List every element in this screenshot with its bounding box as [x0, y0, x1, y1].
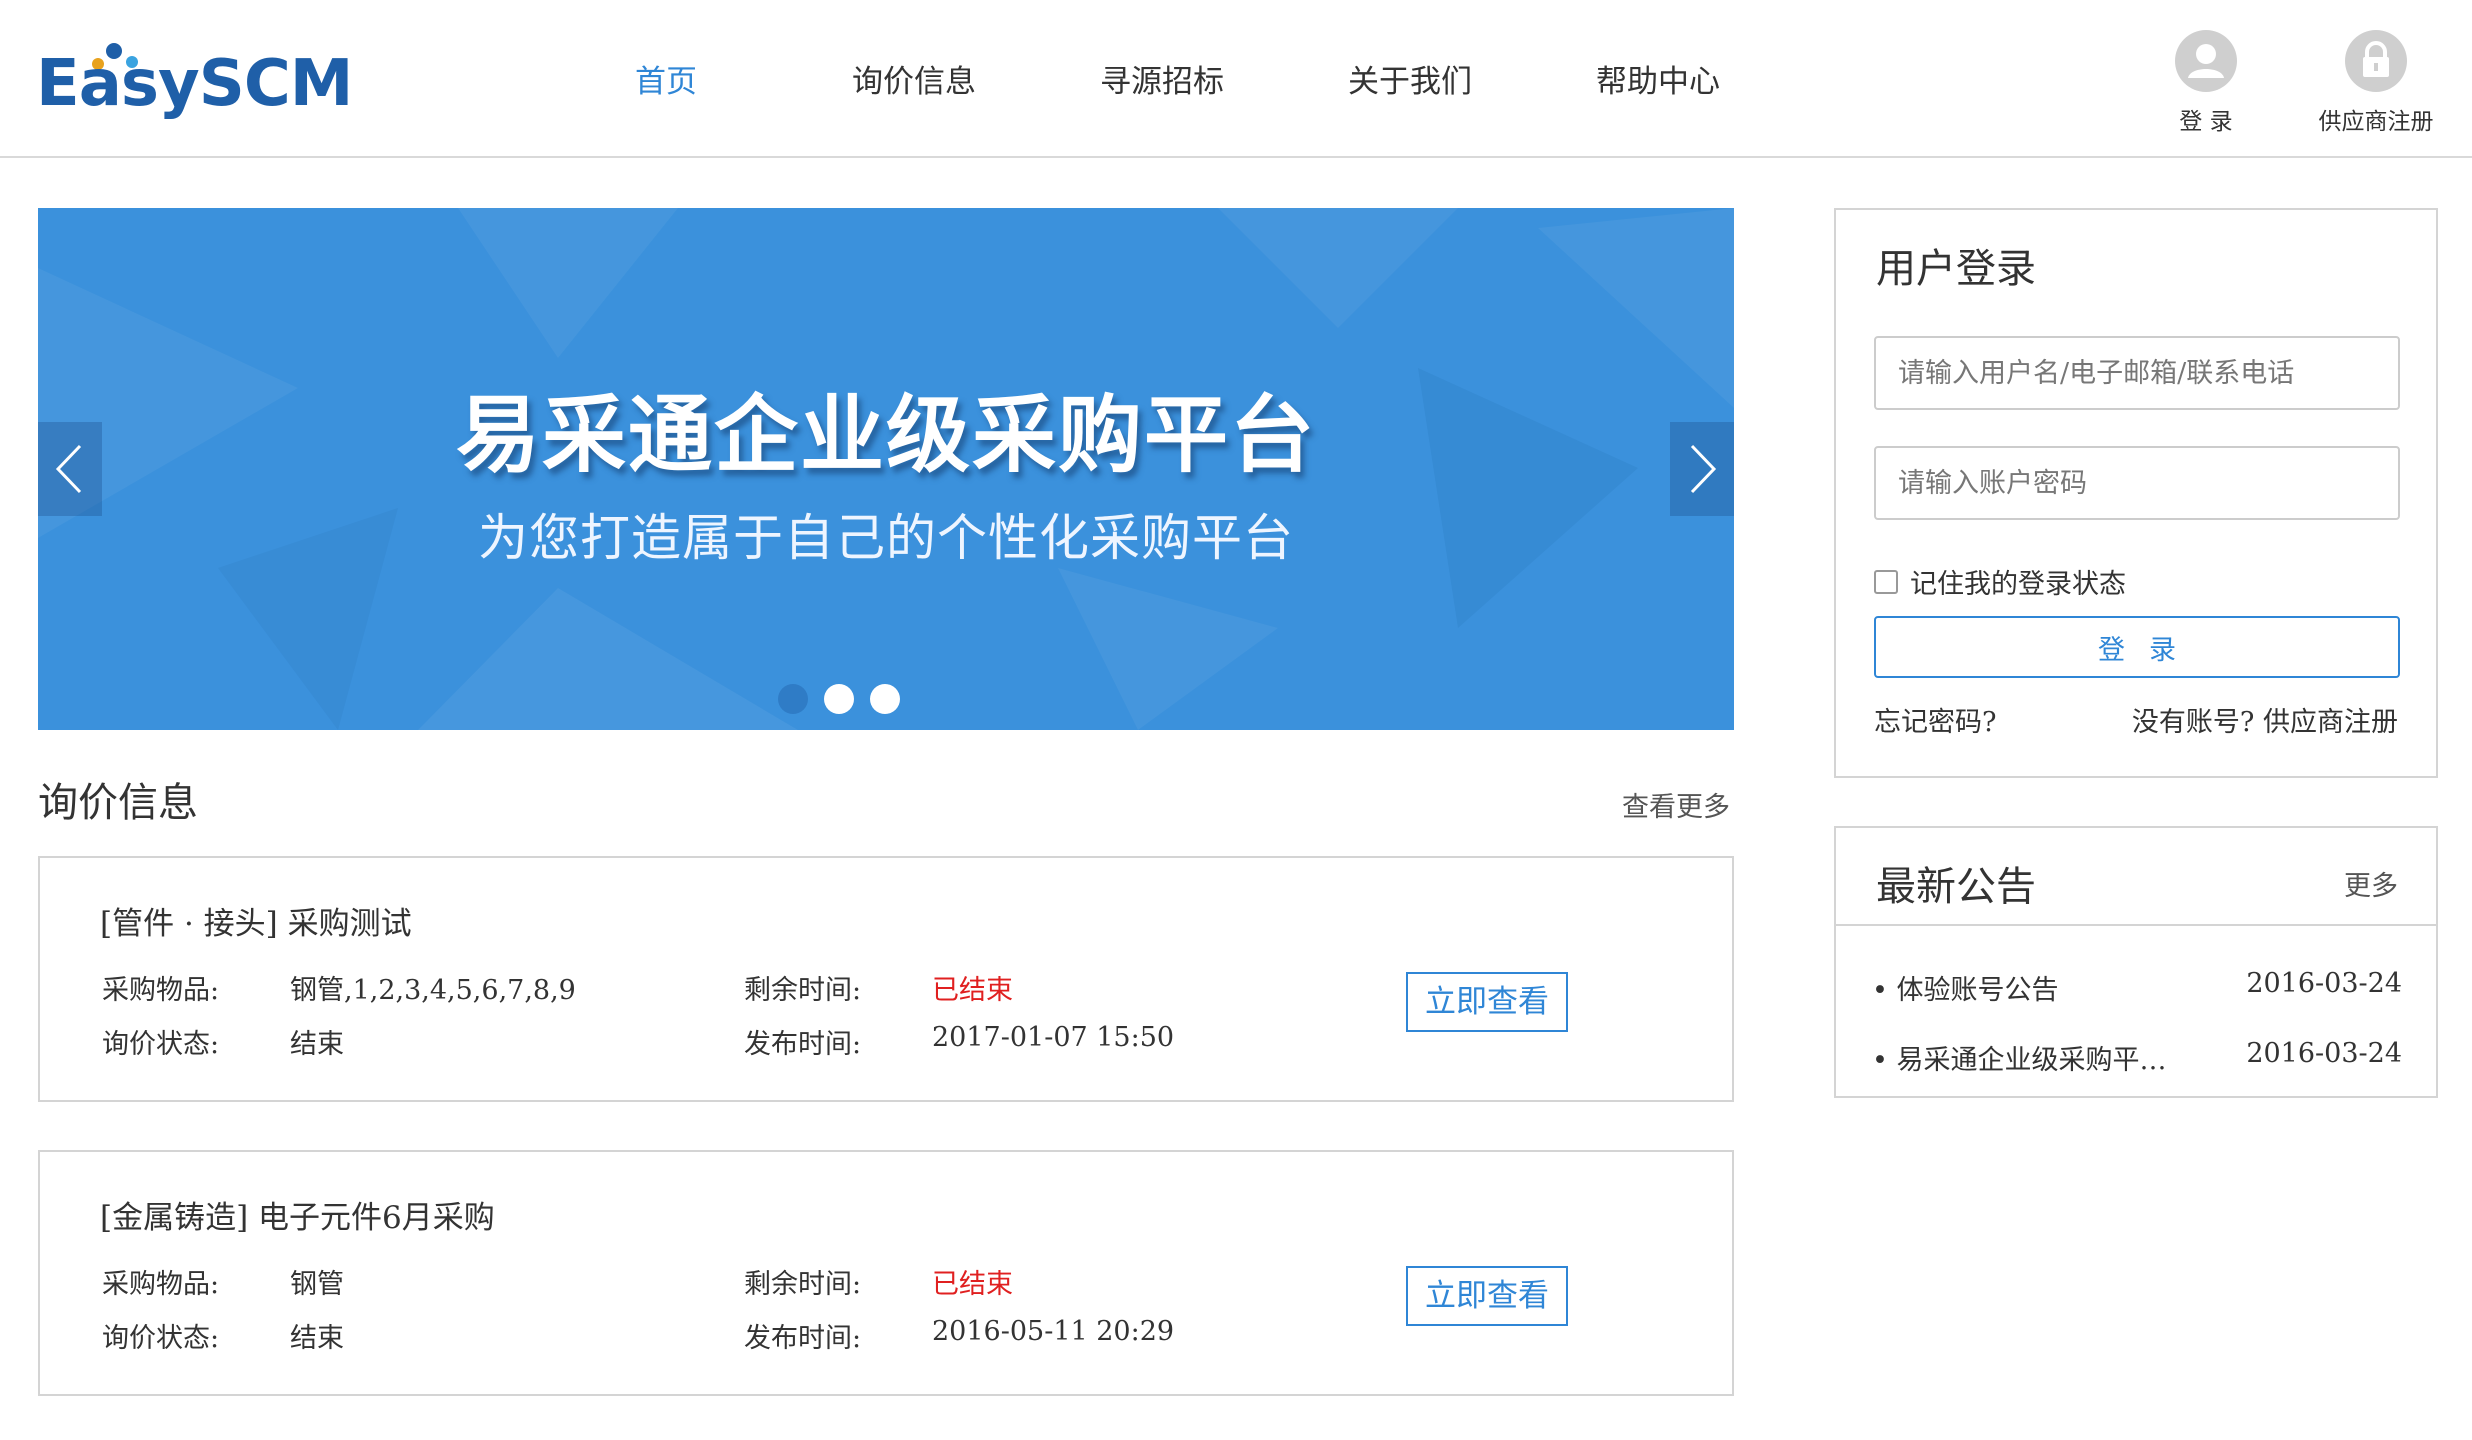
remaining-value: 已结束 — [932, 1269, 1013, 1300]
login-submit-button[interactable]: 登录 — [1874, 616, 2400, 678]
publish-label: 发布时间: — [744, 1029, 862, 1060]
header-register-button[interactable]: 供应商注册 — [2296, 30, 2456, 136]
remaining-value: 已结束 — [932, 975, 1013, 1006]
status-label: 询价状态: — [102, 1029, 220, 1060]
forgot-password-link[interactable]: 忘记密码? — [1874, 700, 1996, 739]
nav-help[interactable]: 帮助中心 — [1534, 46, 1782, 118]
nav-about[interactable]: 关于我们 — [1286, 46, 1534, 118]
no-account-label: 没有账号? — [2131, 707, 2255, 738]
inquiry-section-title: 询价信息 — [38, 780, 198, 826]
publish-value: 2017-01-07 15:50 — [932, 1022, 1175, 1053]
hero-banner: 易采通企业级采购平台 为您打造属于自己的个性化采购平台 — [38, 208, 1734, 730]
chevron-left-icon — [55, 444, 82, 494]
no-account-text: 没有账号? 供应商注册 — [2132, 700, 2398, 739]
goods-value: 钢管,1,2,3,4,5,6,7,8,9 — [290, 975, 576, 1006]
user-icon — [2175, 30, 2237, 92]
username-input[interactable] — [1874, 336, 2400, 410]
nav-sourcing[interactable]: 寻源招标 — [1038, 46, 1286, 118]
banner-pagination — [778, 684, 900, 714]
remember-me: 记住我的登录状态 — [1874, 562, 2126, 601]
inquiry-card-title[interactable]: [管件 · 接头] 采购测试 — [100, 898, 412, 943]
banner-prev-button[interactable] — [38, 422, 102, 516]
site-header: EasySCM 首页 询价信息 寻源招标 关于我们 帮助中心 登 录 供应商注册 — [0, 0, 2472, 158]
header-register-label: 供应商注册 — [2318, 109, 2434, 135]
supplier-register-link[interactable]: 供应商注册 — [2263, 707, 2398, 738]
banner-dot-2[interactable] — [824, 684, 854, 714]
status-label: 询价状态: — [102, 1323, 220, 1354]
inquiry-card: [管件 · 接头] 采购测试 采购物品: 钢管,1,2,3,4,5,6,7,8,… — [38, 856, 1734, 1102]
announcement-header: 最新公告 更多 — [1836, 828, 2436, 926]
announcement-item-title: • 易采通企业级采购平… — [1872, 1045, 2167, 1076]
announcement-panel: 最新公告 更多 • 体验账号公告 2016-03-24 • 易采通企业级采购平…… — [1834, 826, 2438, 1098]
banner-dot-1[interactable] — [778, 684, 808, 714]
goods-value: 钢管 — [290, 1269, 344, 1300]
nav-home[interactable]: 首页 — [542, 46, 790, 118]
announcement-item-date: 2016-03-24 — [2246, 1038, 2402, 1069]
announcement-title: 最新公告 — [1876, 864, 2036, 910]
remaining-label: 剩余时间: — [744, 975, 862, 1006]
goods-label: 采购物品: — [102, 975, 220, 1006]
publish-label: 发布时间: — [744, 1323, 862, 1354]
remember-me-checkbox[interactable] — [1874, 569, 1898, 594]
status-value: 结束 — [290, 1323, 344, 1354]
inquiry-card-title[interactable]: [金属铸造] 电子元件6月采购 — [100, 1192, 495, 1237]
publish-value: 2016-05-11 20:29 — [932, 1316, 1175, 1347]
status-value: 结束 — [290, 1029, 344, 1060]
view-now-button[interactable]: 立即查看 — [1406, 972, 1568, 1032]
chevron-right-icon — [1690, 444, 1717, 494]
inquiry-card: [金属铸造] 电子元件6月采购 采购物品: 钢管 剩余时间: 已结束 询价状态:… — [38, 1150, 1734, 1396]
password-input[interactable] — [1874, 446, 2400, 520]
announcement-more-link[interactable]: 更多 — [2344, 864, 2398, 903]
banner-next-button[interactable] — [1670, 422, 1734, 516]
remember-me-label: 记住我的登录状态 — [1910, 569, 2126, 600]
announcement-item-title: • 体验账号公告 — [1872, 975, 2059, 1006]
login-panel-title: 用户登录 — [1876, 246, 2036, 292]
logo-text: EasySCM — [36, 47, 353, 121]
goods-label: 采购物品: — [102, 1269, 220, 1300]
nav-inquiry[interactable]: 询价信息 — [790, 46, 1038, 118]
lock-icon — [2345, 30, 2407, 92]
announcement-item-date: 2016-03-24 — [2246, 968, 2402, 999]
banner-dot-3[interactable] — [870, 684, 900, 714]
remaining-label: 剩余时间: — [744, 1269, 862, 1300]
view-now-button[interactable]: 立即查看 — [1406, 1266, 1568, 1326]
inquiry-more-link[interactable]: 查看更多 — [1622, 785, 1730, 824]
main-nav: 首页 询价信息 寻源招标 关于我们 帮助中心 — [542, 46, 1782, 118]
announcement-item[interactable]: • 体验账号公告 2016-03-24 — [1872, 968, 2402, 1008]
easyscm-logo[interactable]: EasySCM — [36, 43, 353, 124]
login-panel: 用户登录 记住我的登录状态 登录 忘记密码? 没有账号? 供应商注册 — [1834, 208, 2438, 778]
banner-title: 易采通企业级采购平台 — [455, 386, 1316, 484]
banner-subtitle: 为您打造属于自己的个性化采购平台 — [478, 509, 1294, 567]
announcement-item[interactable]: • 易采通企业级采购平… 2016-03-24 — [1872, 1038, 2402, 1078]
header-login-label: 登 录 — [2179, 109, 2233, 135]
header-login-button[interactable]: 登 录 — [2126, 30, 2286, 136]
